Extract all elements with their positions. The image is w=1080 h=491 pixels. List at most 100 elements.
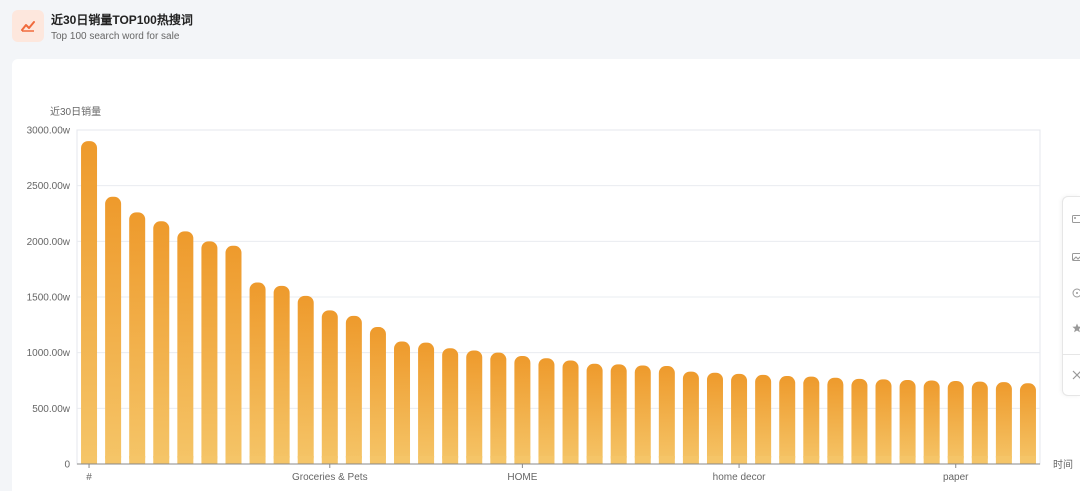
- bar-base: [731, 456, 748, 464]
- bar-base: [658, 456, 675, 464]
- bar-base: [851, 456, 868, 464]
- star-icon[interactable]: [1071, 322, 1080, 334]
- bar[interactable]: [779, 376, 796, 464]
- bar[interactable]: [827, 377, 844, 464]
- bar-base: [81, 456, 98, 464]
- bar[interactable]: [682, 371, 699, 464]
- x-tick-label: paper: [943, 472, 969, 483]
- bar-base: [225, 456, 242, 464]
- bar[interactable]: [586, 363, 603, 464]
- bar[interactable]: [394, 341, 411, 464]
- y-tick-label: 3000.00w: [27, 126, 71, 137]
- bar[interactable]: [249, 282, 266, 464]
- bar-base: [153, 456, 170, 464]
- bar[interactable]: [706, 372, 723, 464]
- bar-base: [105, 456, 122, 464]
- bar-base: [827, 456, 844, 464]
- bar-base: [321, 456, 338, 464]
- bar-base: [249, 456, 266, 464]
- bar-base: [923, 456, 940, 464]
- bar-base: [297, 456, 314, 464]
- bar[interactable]: [490, 352, 507, 464]
- bar-base: [875, 456, 892, 464]
- y-tick-label: 1500.00w: [27, 293, 71, 304]
- bar[interactable]: [971, 381, 988, 464]
- bar[interactable]: [947, 381, 964, 464]
- bar-base: [129, 456, 146, 464]
- bar[interactable]: [153, 221, 170, 464]
- bar[interactable]: [634, 365, 651, 464]
- bar-base: [345, 456, 362, 464]
- bar[interactable]: [345, 315, 362, 464]
- bar[interactable]: [81, 141, 98, 464]
- bar-base: [971, 456, 988, 464]
- bar[interactable]: [610, 364, 627, 464]
- bar[interactable]: [321, 310, 338, 464]
- bar-base: [947, 456, 964, 464]
- bar-base: [201, 456, 218, 464]
- bar-base: [899, 456, 916, 464]
- image-icon[interactable]: [1071, 251, 1080, 263]
- bar-base: [586, 456, 603, 464]
- bar-base: [369, 456, 386, 464]
- image-icon[interactable]: [1071, 213, 1080, 225]
- bar-base: [682, 456, 699, 464]
- chart-bars: [81, 141, 1036, 465]
- bar[interactable]: [369, 327, 386, 464]
- bar-base: [442, 456, 459, 464]
- bar[interactable]: [538, 358, 555, 464]
- side-toolbar: [1062, 196, 1080, 396]
- bar[interactable]: [562, 360, 579, 464]
- bar-chart: 0 500.00w 1000.00w 1500.00w 2000.00w 2500.00w…: [27, 105, 1073, 483]
- bar-base: [995, 456, 1012, 464]
- x-tick-label: home decor: [713, 472, 766, 483]
- bar-base: [538, 456, 555, 464]
- x-tick-label: Groceries & Pets: [292, 472, 368, 483]
- bar-base: [610, 456, 627, 464]
- bar-base: [706, 456, 723, 464]
- bar[interactable]: [177, 231, 194, 464]
- bar[interactable]: [1019, 383, 1036, 464]
- bar[interactable]: [875, 379, 892, 464]
- bar-base: [418, 456, 435, 464]
- x-axis-label: 时间: [1053, 458, 1073, 471]
- x-tick-label: #: [86, 472, 92, 483]
- bar[interactable]: [105, 196, 122, 465]
- bar[interactable]: [129, 212, 146, 464]
- bar[interactable]: [442, 348, 459, 464]
- y-tick-label: 500.00w: [32, 404, 71, 415]
- bar[interactable]: [201, 241, 218, 464]
- y-tick-label: 2500.00w: [27, 181, 71, 192]
- bar[interactable]: [273, 285, 290, 464]
- bar[interactable]: [755, 374, 772, 464]
- y-tick-label: 1000.00w: [27, 348, 71, 359]
- bar-base: [394, 456, 411, 464]
- bar-base: [273, 456, 290, 464]
- bar-base: [177, 456, 194, 464]
- bar-base: [803, 456, 820, 464]
- bar-base: [562, 456, 579, 464]
- bar[interactable]: [995, 382, 1012, 464]
- bar[interactable]: [899, 379, 916, 464]
- bar-base: [755, 456, 772, 464]
- bar[interactable]: [297, 295, 314, 464]
- bar[interactable]: [225, 245, 242, 464]
- bar-base: [779, 456, 796, 464]
- bar[interactable]: [466, 350, 483, 464]
- bar[interactable]: [514, 356, 531, 464]
- bar[interactable]: [803, 376, 820, 464]
- bar[interactable]: [418, 342, 435, 464]
- bar-base: [466, 456, 483, 464]
- bar[interactable]: [731, 373, 748, 464]
- bar[interactable]: [851, 378, 868, 464]
- bar-base: [1019, 456, 1036, 464]
- close-icon[interactable]: [1071, 369, 1080, 381]
- bar[interactable]: [658, 366, 675, 464]
- bar[interactable]: [923, 380, 940, 465]
- bar-base: [490, 456, 507, 464]
- chat-icon[interactable]: [1071, 287, 1080, 299]
- bar-base: [634, 456, 651, 464]
- y-axis-label: 近30日销量: [50, 105, 101, 118]
- bar-base: [514, 456, 531, 464]
- toolbar-divider: [1063, 354, 1080, 355]
